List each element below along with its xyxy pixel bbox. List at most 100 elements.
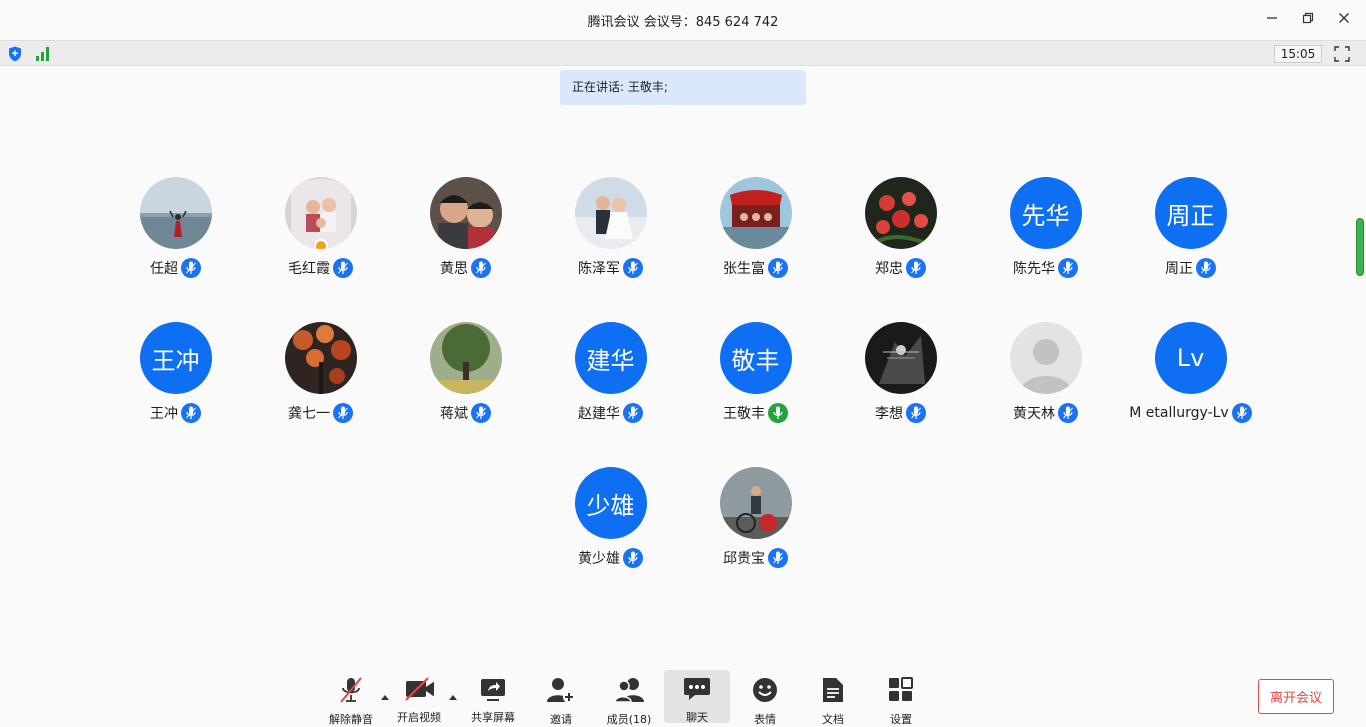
host-badge-icon xyxy=(313,239,328,249)
participant-name: 陈泽军 xyxy=(578,261,620,277)
avatar: 建华 xyxy=(574,322,647,394)
participant-tile[interactable]: 黄思 xyxy=(393,177,538,287)
mic-muted-icon xyxy=(768,548,788,568)
participant-tile[interactable]: 王冲 王冲 xyxy=(103,322,248,432)
video-off-icon xyxy=(404,676,434,702)
emoji-button[interactable]: 表情 xyxy=(732,670,798,726)
close-icon[interactable] xyxy=(1336,10,1352,26)
invite-button[interactable]: 邀请 xyxy=(528,670,594,726)
mic-muted-icon xyxy=(471,403,491,423)
document-icon xyxy=(818,676,848,704)
avatar: 敬丰 xyxy=(719,322,792,394)
mic-active-icon xyxy=(768,403,788,423)
avatar xyxy=(1009,322,1082,394)
participant-name-row: 周正 xyxy=(1165,258,1216,278)
participant-name: 任超 xyxy=(150,261,178,277)
participant-tile[interactable]: 先华 陈先华 xyxy=(973,177,1118,287)
minimize-icon[interactable] xyxy=(1264,10,1280,26)
members-icon xyxy=(614,676,644,704)
unmute-button[interactable]: 解除静音 xyxy=(318,670,384,726)
participant-tile[interactable]: 郑忠 xyxy=(828,177,973,287)
avatar-initials: 少雄 xyxy=(586,491,635,520)
participant-name: 龚七一 xyxy=(288,406,330,422)
chat-button[interactable]: 聊天 xyxy=(664,670,730,724)
participant-name: M etallurgy-Lv xyxy=(1129,405,1229,421)
meeting-clock: 15:05 xyxy=(1274,45,1322,63)
participant-tile[interactable]: 建华赵建华 xyxy=(538,322,683,432)
avatar xyxy=(284,177,357,249)
avatar: 周正 xyxy=(1154,177,1227,249)
participant-name-row: 黄天林 xyxy=(1013,403,1078,423)
participant-tile[interactable]: 龚七一 xyxy=(248,322,393,432)
avatar: Lv xyxy=(1154,322,1227,394)
mic-muted-icon xyxy=(623,258,643,278)
mic-muted-icon xyxy=(333,403,353,423)
mic-muted-icon xyxy=(1058,258,1078,278)
participant-name: 陈先华 xyxy=(1013,261,1055,277)
mic-muted-icon xyxy=(1058,403,1078,423)
mic-muted-icon xyxy=(906,403,926,423)
participant-name: 郑忠 xyxy=(875,261,903,277)
members-button[interactable]: 成员(18) xyxy=(596,670,662,726)
participant-name-row: 黄思 xyxy=(440,258,491,278)
avatar xyxy=(574,177,647,249)
participant-name-row: 任超 xyxy=(150,258,201,278)
avatar xyxy=(719,467,792,539)
participant-name: 黄天林 xyxy=(1013,406,1055,422)
participant-name: 黄思 xyxy=(440,261,468,277)
video-button[interactable]: 开启视频 xyxy=(386,670,452,724)
participant-name-row: 陈先华 xyxy=(1013,258,1078,278)
avatar xyxy=(719,177,792,249)
status-bar: 15:05 xyxy=(0,40,1366,66)
speaking-banner: 正在讲话: 王敬丰; xyxy=(560,70,806,105)
fullscreen-icon[interactable] xyxy=(1334,46,1350,62)
video-options-caret[interactable] xyxy=(448,686,458,700)
restore-icon[interactable] xyxy=(1300,10,1316,26)
mic-muted-icon xyxy=(471,258,491,278)
participant-name: 邱贵宝 xyxy=(723,551,765,567)
participant-name: 李想 xyxy=(875,406,903,422)
participant-name-row: 黄少雄 xyxy=(578,548,643,568)
participant-name: 王冲 xyxy=(150,406,178,422)
window-controls xyxy=(1264,10,1352,26)
participant-tile[interactable]: 少雄 黄少雄 xyxy=(538,467,683,577)
mic-muted-icon xyxy=(623,403,643,423)
participant-tile[interactable]: 邱贵宝 xyxy=(683,467,828,577)
share-screen-icon xyxy=(478,676,508,702)
mic-muted-icon xyxy=(1196,258,1216,278)
leave-meeting-button[interactable]: 离开会议 xyxy=(1258,679,1334,714)
share-screen-button[interactable]: 共享屏幕 xyxy=(460,670,526,724)
participant-tile[interactable]: 张生富 xyxy=(683,177,828,287)
participant-name-row: 王冲 xyxy=(150,403,201,423)
participant-name-row: M etallurgy-Lv xyxy=(1129,403,1252,423)
participant-name-row: 龚七一 xyxy=(288,403,353,423)
participant-name: 蒋斌 xyxy=(440,406,468,422)
participant-name-row: 赵建华 xyxy=(578,403,643,423)
mic-muted-icon xyxy=(623,548,643,568)
shield-icon[interactable] xyxy=(8,46,22,62)
mic-muted-icon xyxy=(181,403,201,423)
participant-tile[interactable]: 李想 xyxy=(828,322,973,432)
participant-tile[interactable]: 周正 周正 xyxy=(1118,177,1263,287)
avatar: 少雄 xyxy=(574,467,647,539)
mic-muted-icon xyxy=(333,258,353,278)
participant-name: 赵建华 xyxy=(578,406,620,422)
scrollbar-thumb[interactable] xyxy=(1356,218,1364,276)
participant-tile[interactable]: 任超 xyxy=(103,177,248,287)
add-user-icon xyxy=(546,676,576,704)
participant-name-row: 王敬丰 xyxy=(723,403,788,423)
participant-tile[interactable]: 蒋斌 xyxy=(393,322,538,432)
docs-button[interactable]: 文档 xyxy=(800,670,866,726)
avatar: 王冲 xyxy=(139,322,212,394)
participant-tile[interactable]: 陈泽军 xyxy=(538,177,683,287)
participant-tile[interactable]: Lv M etallurgy-Lv xyxy=(1118,322,1263,432)
chat-icon xyxy=(682,676,712,702)
participant-name-row: 张生富 xyxy=(723,258,788,278)
participant-tile[interactable]: 黄天林 xyxy=(973,322,1118,432)
participant-name-row: 毛红霞 xyxy=(288,258,353,278)
participant-tile[interactable]: 敬丰 王敬丰 xyxy=(683,322,828,432)
signal-icon[interactable] xyxy=(35,46,51,61)
participant-tile[interactable]: 毛红霞 xyxy=(248,177,393,287)
settings-button[interactable]: 设置 xyxy=(868,670,934,726)
avatar xyxy=(429,322,502,394)
